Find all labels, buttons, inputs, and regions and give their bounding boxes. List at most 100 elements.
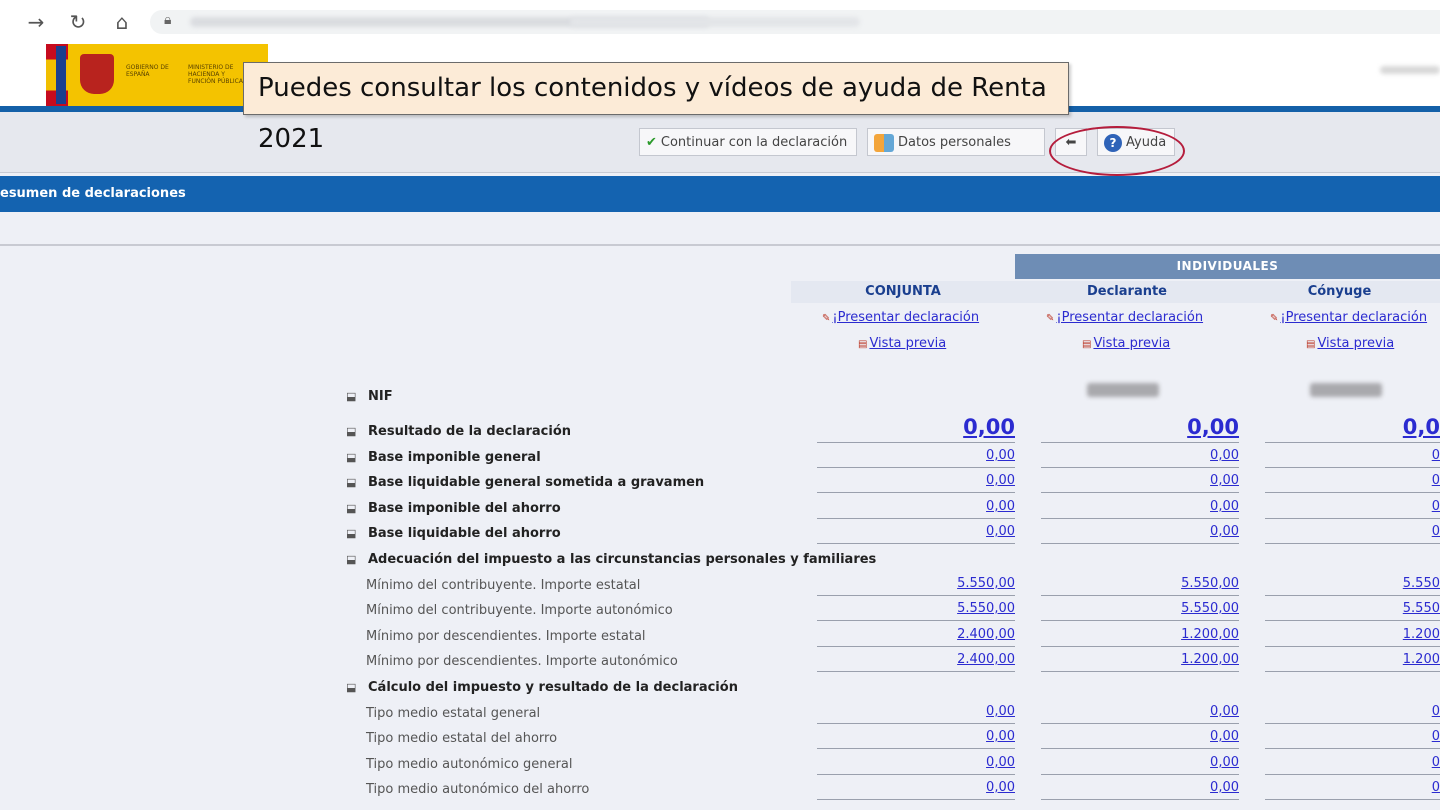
row-label: Mínimo del contribuyente. Importe estata… (366, 578, 640, 593)
collapse-toggle-icon[interactable]: ⬓ (346, 451, 368, 464)
value-cell[interactable]: 0,00 (1041, 777, 1239, 800)
value-cell[interactable]: 5.550,00 (1041, 598, 1239, 621)
individuales-header: INDIVIDUALES (1015, 254, 1440, 279)
collapse-toggle-icon[interactable]: ⬓ (346, 527, 368, 540)
preview-link-conjunta[interactable]: ▤ Vista previa (858, 336, 946, 351)
row-label[interactable]: ⬓ Base imponible general (346, 450, 541, 465)
help-highlight-circle (1049, 126, 1185, 176)
value-cell[interactable]: 0,00 (817, 496, 1015, 519)
collapse-toggle-icon[interactable]: ⬓ (346, 502, 368, 515)
present-icon: ✎ (1046, 313, 1055, 324)
logo-text-ministry: MINISTERIO DE HACIENDA Y FUNCIÓN PÚBLICA (188, 64, 243, 85)
collapse-toggle-icon[interactable]: ⬓ (346, 681, 368, 694)
value-cell[interactable]: 5.550,00 (1041, 573, 1239, 596)
row-label-text: Tipo medio estatal del ahorro (366, 731, 558, 746)
personal-label: Datos personales (898, 135, 1011, 150)
row-label-text: Base imponible general (368, 450, 541, 465)
present-declaration-link-conyuge[interactable]: ✎ ¡Presentar declaración (1270, 310, 1427, 325)
row-label[interactable]: ⬓ Base imponible del ahorro (346, 501, 561, 516)
collapse-toggle-icon[interactable]: ⬓ (346, 425, 368, 438)
separator (0, 244, 1440, 246)
present-icon: ✎ (1270, 313, 1279, 324)
preview-link-conyuge[interactable]: ▤ Vista previa (1306, 336, 1394, 351)
value-cell[interactable]: 5.550 (1265, 573, 1440, 596)
value-cell[interactable]: 0 (1265, 777, 1440, 800)
value-cell[interactable]: 0,00 (1041, 701, 1239, 724)
value-cell[interactable]: 5.550 (1265, 598, 1440, 621)
conyuge-header: Cónyuge (1239, 281, 1440, 303)
present-icon: ✎ (822, 313, 831, 324)
pdf-icon: ▤ (1082, 339, 1092, 350)
present-link-label: ¡Presentar declaración (1280, 310, 1428, 325)
preview-link-label: Vista previa (1093, 336, 1171, 351)
value-cell[interactable]: 0,00 (817, 752, 1015, 775)
value-cell[interactable]: 0,00 (1041, 496, 1239, 519)
value-cell[interactable]: 0,00 (1041, 470, 1239, 493)
value-cell[interactable]: 5.550,00 (817, 598, 1015, 621)
blurred-header-info (1380, 66, 1440, 74)
value-cell[interactable]: 0,00 (817, 445, 1015, 468)
value-cell[interactable]: 2.400,00 (817, 649, 1015, 672)
value-cell[interactable]: 0,00 (817, 701, 1015, 724)
preview-link-label: Vista previa (1317, 336, 1395, 351)
row-label: Tipo medio autonómico general (366, 757, 572, 772)
row-label-text: Base imponible del ahorro (368, 501, 561, 516)
present-declaration-link-conjunta[interactable]: ✎ ¡Presentar declaración (822, 310, 979, 325)
value-cell[interactable]: 0,00 (817, 412, 1015, 443)
value-cell[interactable]: 0,00 (817, 470, 1015, 493)
address-bar[interactable]: 🔒︎ (150, 10, 1440, 34)
value-cell[interactable]: 1.200 (1265, 649, 1440, 672)
value-cell[interactable]: 1.200 (1265, 624, 1440, 647)
present-link-label: ¡Presentar declaración (832, 310, 980, 325)
continue-label: Continuar con la declaración (660, 135, 848, 150)
value-cell[interactable]: 0 (1265, 445, 1440, 468)
help-tooltip: Puedes consultar los contenidos y vídeos… (243, 62, 1069, 154)
row-label[interactable]: ⬓ NIF (346, 389, 393, 404)
pdf-icon: ▤ (1306, 339, 1316, 350)
value-cell[interactable]: 0,00 (817, 726, 1015, 749)
nif-conyuge-blurred (1310, 383, 1382, 397)
section-title: esumen de declaraciones (0, 176, 1440, 212)
value-cell[interactable]: 0,0 (1265, 412, 1440, 443)
value-cell[interactable]: 1.200,00 (1041, 649, 1239, 672)
value-cell[interactable]: 0 (1265, 521, 1440, 544)
collapse-toggle-icon[interactable]: ⬓ (346, 553, 368, 566)
value-cell[interactable]: 0,00 (1041, 726, 1239, 749)
present-declaration-link-declarante[interactable]: ✎ ¡Presentar declaración (1046, 310, 1203, 325)
reload-icon[interactable]: ↻ (66, 10, 90, 34)
row-label[interactable]: ⬓ Base liquidable general sometida a grav… (346, 475, 704, 490)
value-cell[interactable]: 1.200,00 (1041, 624, 1239, 647)
row-label[interactable]: ⬓ Adecuación del impuesto a las circunsta… (346, 552, 876, 567)
value-cell[interactable]: 0,00 (1041, 412, 1239, 443)
collapse-toggle-icon[interactable]: ⬓ (346, 390, 368, 403)
row-label[interactable]: ⬓ Resultado de la declaración (346, 424, 571, 439)
value-cell[interactable]: 0 (1265, 496, 1440, 519)
row-label: Mínimo del contribuyente. Importe autonó… (366, 603, 673, 618)
value-cell[interactable]: 0,00 (817, 521, 1015, 544)
value-cell[interactable]: 0 (1265, 752, 1440, 775)
value-cell[interactable]: 0 (1265, 726, 1440, 749)
row-label[interactable]: ⬓ Base liquidable del ahorro (346, 526, 561, 541)
collapse-toggle-icon[interactable]: ⬓ (346, 476, 368, 489)
row-label-text: Resultado de la declaración (368, 424, 572, 439)
personal-data-button[interactable]: Datos personales (867, 128, 1045, 156)
value-cell[interactable]: 0,00 (817, 777, 1015, 800)
home-icon[interactable]: ⌂ (110, 10, 134, 34)
value-cell[interactable]: 5.550,00 (817, 573, 1015, 596)
value-cell[interactable]: 0,00 (1041, 752, 1239, 775)
value-cell[interactable]: 0 (1265, 470, 1440, 493)
continue-declaration-button[interactable]: ✔ Continuar con la declaración (639, 128, 857, 156)
logo-text-government: GOBIERNO DE ESPAÑA (126, 64, 169, 78)
value-cell[interactable]: 0,00 (1041, 521, 1239, 544)
row-label-text: Base liquidable del ahorro (368, 526, 561, 541)
preview-link-declarante[interactable]: ▤ Vista previa (1082, 336, 1170, 351)
forward-arrow-icon[interactable]: → (24, 10, 48, 34)
value-cell[interactable]: 0,00 (1041, 445, 1239, 468)
row-label: Tipo medio estatal del ahorro (366, 731, 557, 746)
row-label[interactable]: ⬓ Cálculo del impuesto y resultado de la … (346, 680, 738, 695)
value-cell[interactable]: 2.400,00 (817, 624, 1015, 647)
row-label-text: Mínimo por descendientes. Importe autonó… (366, 654, 678, 669)
value-cell[interactable]: 0 (1265, 701, 1440, 724)
government-logo[interactable]: GOBIERNO DE ESPAÑA MINISTERIO DE HACIEND… (68, 44, 268, 106)
row-label-text: Mínimo del contribuyente. Importe autonó… (366, 603, 673, 618)
